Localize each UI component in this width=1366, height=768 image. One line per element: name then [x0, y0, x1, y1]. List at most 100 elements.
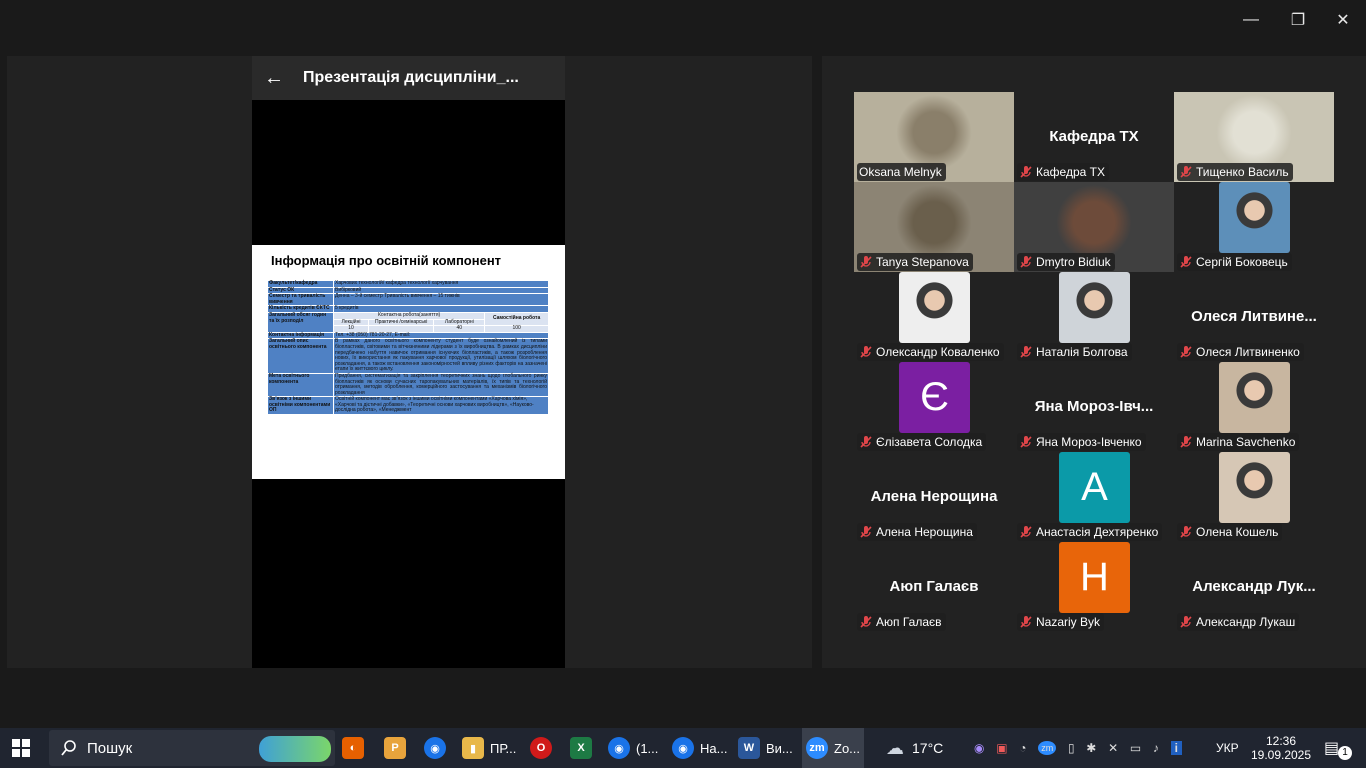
- participant-tile[interactable]: Н Nazariy Byk: [1014, 542, 1174, 632]
- muted-mic-icon: [1020, 526, 1032, 538]
- back-arrow-icon[interactable]: ←: [252, 67, 296, 90]
- participant-name-label: Tanya Stepanova: [857, 253, 973, 271]
- pdf-app-icon: P: [384, 737, 406, 759]
- close-button[interactable]: ✕: [1328, 8, 1358, 32]
- participant-name: Яна Мороз-Івченко: [1036, 435, 1142, 449]
- participant-name: Александр Лукаш: [1196, 615, 1296, 629]
- row-key: Загальний опис освітнього компонента: [267, 338, 334, 374]
- participant-tile[interactable]: Олександр Коваленко: [854, 272, 1014, 362]
- zoom-window: — ❐ ✕ ← Презентація дисципліни_... Інфор…: [0, 0, 1366, 728]
- participant-tile[interactable]: А Анастасія Дехтяренко: [1014, 452, 1174, 542]
- participant-tile[interactable]: Тищенко Василь: [1174, 92, 1334, 182]
- row-value: В рамках даного освітнього компоненту ст…: [333, 338, 549, 374]
- taskbar-app-6[interactable]: ◉ (1...: [608, 728, 658, 768]
- viber-tray-icon[interactable]: ◉: [974, 741, 984, 755]
- participant-name-label: Сергій Боковець: [1177, 253, 1292, 271]
- usb-tray-icon[interactable]: ▯: [1068, 741, 1075, 755]
- participant-tile[interactable]: Аюп Галаєв Аюп Галаєв: [854, 542, 1014, 632]
- participant-name-label: Александр Лукаш: [1177, 613, 1300, 631]
- taskbar-app-4[interactable]: O: [530, 728, 552, 768]
- clock[interactable]: 12:36 19.09.2025: [1251, 728, 1311, 768]
- taskbar-app-9[interactable]: zm Zo...: [802, 728, 865, 768]
- zoom-tray-icon[interactable]: zm: [1038, 741, 1057, 755]
- participant-tile[interactable]: Є Єлізавета Солодка: [854, 362, 1014, 452]
- notifications-button[interactable]: ▤ 1: [1324, 728, 1354, 768]
- system-tray: ◉ ▣ ◔ zm ▯ ✱ ✕ ▭ ♪ i: [974, 728, 1182, 768]
- muted-mic-icon: [860, 526, 872, 538]
- participant-name-label: Олена Кошель: [1177, 523, 1283, 541]
- profile-photo: [899, 272, 970, 343]
- speaker-muted-icon[interactable]: ✕: [1108, 741, 1118, 755]
- muted-mic-icon: [1180, 346, 1192, 358]
- participant-tile[interactable]: Олеся Литвине... Олеся Литвиненко: [1174, 272, 1334, 362]
- taskbar-app-8[interactable]: W Ви...: [738, 728, 793, 768]
- self-work-header: Самостійна робота: [484, 311, 549, 327]
- participant-tile[interactable]: Oksana Melnyk: [854, 92, 1014, 182]
- muted-mic-icon: [860, 616, 872, 628]
- taskbar-app-2[interactable]: ◉: [424, 728, 446, 768]
- participant-name-label: Аюп Галаєв: [857, 613, 946, 631]
- taskbar-app-label: Zo...: [834, 740, 861, 756]
- participant-name: Єлізавета Солодка: [876, 435, 983, 449]
- table-row: Загальний опис освітнього компонента В ра…: [267, 338, 549, 374]
- participant-tile[interactable]: Tanya Stepanova: [854, 182, 1014, 272]
- notification-count: 1: [1338, 746, 1352, 760]
- zoom-icon: zm: [806, 737, 828, 759]
- row-value: Придбання, систематизація та закріплення…: [333, 372, 549, 398]
- chrome-profile-icon: ◉: [608, 737, 630, 759]
- minimize-button[interactable]: —: [1236, 8, 1266, 32]
- taskbar-app-0[interactable]: ◐: [342, 728, 364, 768]
- bluetooth-tray-icon[interactable]: ✱: [1086, 741, 1096, 755]
- taskbar-app-label: Ви...: [766, 740, 793, 756]
- participant-name: Анастасія Дехтяренко: [1036, 525, 1159, 539]
- participant-tile[interactable]: Александр Лук... Александр Лукаш: [1174, 542, 1334, 632]
- lab-hours: 40: [433, 325, 486, 333]
- weather-widget[interactable]: ☁ 17°C: [886, 728, 956, 768]
- participant-display-name: Аюп Галаєв: [889, 578, 979, 595]
- restore-button[interactable]: ❐: [1283, 8, 1313, 32]
- language-indicator[interactable]: УКР: [1216, 728, 1242, 768]
- document-title: Презентація дисципліни_...: [303, 69, 519, 86]
- search-box[interactable]: Пошук: [49, 730, 335, 766]
- row-key: Мета освітнього компонента: [267, 372, 334, 398]
- participant-tile[interactable]: Сергій Боковець: [1174, 182, 1334, 272]
- participant-tile[interactable]: Яна Мороз-Івч... Яна Мороз-Івченко: [1014, 362, 1174, 452]
- row-value: Денна – 3-й семестр Тривалість вивчення …: [333, 293, 549, 307]
- participant-tile[interactable]: Наталія Болгова: [1014, 272, 1174, 362]
- participant-name-label: Яна Мороз-Івченко: [1017, 433, 1146, 451]
- muted-mic-icon: [1020, 166, 1032, 178]
- profile-photo: [1059, 272, 1130, 343]
- notification-icon: ▤: [1324, 740, 1340, 757]
- battery-icon[interactable]: ▭: [1130, 741, 1141, 755]
- muted-mic-icon: [1020, 616, 1032, 628]
- table-row: Мета освітнього компонента Придбання, сис…: [267, 372, 549, 398]
- participant-tile[interactable]: Кафедра ТХ Кафедра ТХ: [1014, 92, 1174, 182]
- participant-tile[interactable]: Олена Кошель: [1174, 452, 1334, 542]
- taskbar-app-3[interactable]: ▮ ПР...: [462, 728, 516, 768]
- row-value: Харчових технологій/ кафедра технології …: [333, 280, 549, 288]
- presentation-slide: Інформація про освітній компонент Факуль…: [252, 245, 565, 479]
- muted-mic-icon: [860, 256, 872, 268]
- app-tray-icon[interactable]: ▣: [996, 741, 1007, 755]
- participant-display-name: Яна Мороз-Івч...: [1034, 398, 1154, 415]
- participant-name-label: Наталія Болгова: [1017, 343, 1132, 361]
- row-value: Освітній компонент має зв’язок з іншими …: [333, 396, 549, 416]
- network-tray-icon[interactable]: ◔: [1019, 741, 1026, 755]
- participant-name: Тищенко Василь: [1196, 165, 1289, 179]
- participant-name-label: Nazariy Byk: [1017, 613, 1105, 631]
- document-header: ← Презентація дисципліни_...: [252, 56, 565, 100]
- participant-name: Аюп Галаєв: [876, 615, 942, 629]
- microphone-icon[interactable]: ♪: [1153, 741, 1159, 755]
- start-button[interactable]: [12, 728, 38, 768]
- info-tray-icon[interactable]: i: [1170, 741, 1182, 755]
- participant-name: Алена Нерощина: [876, 525, 973, 539]
- muted-mic-icon: [1020, 346, 1032, 358]
- muted-mic-icon: [1180, 526, 1192, 538]
- taskbar-app-1[interactable]: P: [384, 728, 406, 768]
- taskbar-app-7[interactable]: ◉ На...: [672, 728, 727, 768]
- participant-tile[interactable]: Marina Savchenko: [1174, 362, 1334, 452]
- participant-tile[interactable]: Dmytro Bidiuk: [1014, 182, 1174, 272]
- participant-name-label: Тищенко Василь: [1177, 163, 1293, 181]
- taskbar-app-5[interactable]: X: [570, 728, 592, 768]
- participant-tile[interactable]: Алена Нерощина Алена Нерощина: [854, 452, 1014, 542]
